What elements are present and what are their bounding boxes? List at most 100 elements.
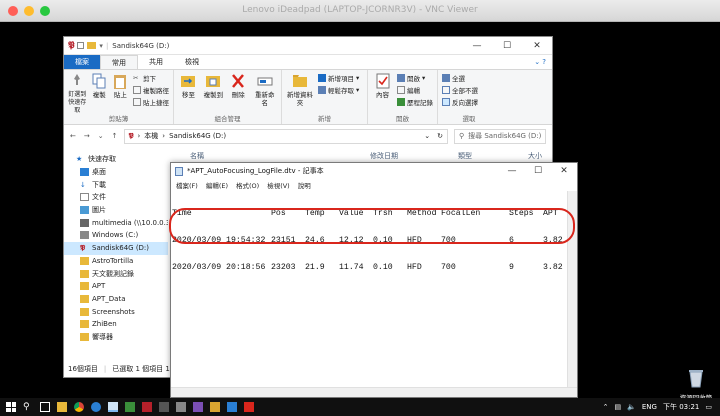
network-icon[interactable]: ▤: [615, 403, 622, 411]
cell-trsh: 0.10: [373, 236, 393, 245]
invert-selection-button[interactable]: 反向選擇: [442, 97, 478, 107]
app-taskbar-icon[interactable]: [227, 402, 237, 412]
app-taskbar-icon[interactable]: [210, 402, 220, 412]
breadcrumb-drive[interactable]: Sandisk64G (D:): [169, 132, 226, 140]
app-taskbar-icon[interactable]: [193, 402, 203, 412]
app-taskbar-icon[interactable]: [159, 402, 169, 412]
new-item-label: 新增項目: [328, 75, 354, 83]
notepad-text-area[interactable]: Time Pos Temp Value Trsh Method FocalLen…: [171, 191, 567, 387]
menu-edit[interactable]: 編輯(E): [206, 180, 228, 190]
vertical-scrollbar[interactable]: [567, 191, 577, 387]
file-explorer-taskbar-icon[interactable]: [57, 402, 67, 412]
horizontal-scrollbar[interactable]: [171, 387, 577, 397]
nav-folder-apt-data[interactable]: APT_Data: [64, 293, 168, 306]
menu-file[interactable]: 檔案(F): [176, 180, 198, 190]
edit-button[interactable]: 編輯: [397, 85, 433, 95]
nav-folder-apt[interactable]: APT: [64, 280, 168, 293]
app-taskbar-icon[interactable]: [125, 402, 135, 412]
nav-item-desktop[interactable]: 桌面: [64, 166, 168, 179]
history-icon: [397, 98, 405, 106]
nav-item-pictures[interactable]: 圖片: [64, 204, 168, 217]
minimize-button[interactable]: —: [462, 41, 492, 51]
recent-dropdown-icon[interactable]: ⌄: [98, 132, 104, 140]
menu-format[interactable]: 格式(O): [236, 180, 259, 190]
properties-icon: [376, 73, 389, 89]
refresh-icon[interactable]: ↻: [437, 132, 447, 140]
column-name[interactable]: 名稱: [190, 151, 204, 161]
nav-item-downloads[interactable]: ↓ 下載: [64, 178, 168, 191]
nav-item-quick-access[interactable]: ★ 快速存取: [64, 153, 168, 166]
search-placeholder: 搜尋 Sandisk64G (D:): [468, 132, 542, 140]
close-button[interactable]: ✕: [551, 166, 577, 176]
cell-pos: 23203: [271, 263, 296, 272]
nav-folder-astrotortilla[interactable]: AstroTortilla: [64, 255, 168, 268]
column-size[interactable]: 大小: [528, 151, 542, 161]
folder-icon[interactable]: [87, 42, 97, 49]
checkbox-icon[interactable]: [77, 42, 85, 49]
up-icon[interactable]: ↑: [112, 132, 118, 140]
menu-view[interactable]: 檢視(V): [267, 180, 290, 190]
cell-focallen: 700: [441, 263, 456, 272]
edge-taskbar-icon[interactable]: [91, 402, 101, 412]
copy-to-icon: [206, 76, 221, 87]
select-all-button[interactable]: 全選: [442, 73, 478, 83]
windows-start-icon[interactable]: [6, 402, 16, 412]
nav-item-network-drive[interactable]: multimedia (\\10.0.0.3) (V: [64, 216, 168, 229]
address-dropdown-icon[interactable]: ⌄: [424, 132, 433, 140]
minimize-button[interactable]: —: [499, 166, 525, 176]
chrome-taskbar-icon[interactable]: [74, 402, 84, 412]
history-button[interactable]: 歷程記錄: [397, 97, 433, 107]
column-modified[interactable]: 修改日期: [370, 151, 398, 161]
recycle-bin-shortcut[interactable]: 資源回收筒: [676, 368, 716, 402]
nav-folder-screenshots[interactable]: Screenshots: [64, 305, 168, 318]
volume-icon[interactable]: 🔈: [627, 403, 636, 411]
paste-shortcut-button[interactable]: 貼上捷徑: [133, 97, 169, 107]
search-icon[interactable]: ⚲: [23, 402, 33, 412]
nav-item-sandisk[interactable]: 𝕻 Sandisk64G (D:): [64, 241, 168, 255]
maximize-button[interactable]: ☐: [492, 41, 522, 51]
back-icon[interactable]: ←: [70, 132, 76, 140]
column-type[interactable]: 類型: [458, 151, 472, 161]
search-box[interactable]: ⚲ 搜尋 Sandisk64G (D:): [454, 128, 546, 144]
notification-icon[interactable]: ▭: [705, 403, 712, 411]
col-trsh: Trsh: [373, 209, 393, 218]
menu-help[interactable]: 說明: [298, 180, 311, 190]
task-view-icon[interactable]: [40, 402, 50, 412]
app-taskbar-icon[interactable]: [142, 402, 152, 412]
quick-access-dropdown-icon[interactable]: ▾: [99, 42, 103, 50]
pin-label: 釘選到快速存取: [68, 91, 87, 114]
copy-to-label: 複製到: [203, 91, 224, 99]
cell-apt: 3.82: [543, 236, 563, 245]
cut-button[interactable]: ✂ 剪下: [133, 73, 169, 83]
desktop-icon: [80, 168, 89, 177]
forward-icon[interactable]: →: [84, 132, 90, 140]
tab-share[interactable]: 共用: [138, 55, 174, 69]
app-taskbar-icon[interactable]: [176, 402, 186, 412]
download-icon: ↓: [80, 180, 86, 189]
easy-access-button[interactable]: 輕鬆存取 ▾: [318, 85, 359, 95]
open-button[interactable]: 開啟 ▾: [397, 73, 433, 83]
notepad-taskbar-icon[interactable]: [108, 402, 118, 412]
nav-item-windows-c[interactable]: Windows (C:): [64, 229, 168, 242]
maximize-button[interactable]: ☐: [525, 166, 551, 176]
new-item-button[interactable]: 新增項目 ▾: [318, 73, 359, 83]
nav-item-documents[interactable]: 文件: [64, 191, 168, 204]
nav-folder-guide[interactable]: 響導器: [64, 331, 168, 344]
tab-file[interactable]: 檔案: [64, 55, 100, 69]
system-tray: ⌃ ▤ 🔈 ENG 下午 03:21 ▭: [603, 402, 720, 412]
close-button[interactable]: ✕: [522, 41, 552, 51]
select-none-button[interactable]: 全部不選: [442, 85, 478, 95]
clock[interactable]: 下午 03:21: [663, 402, 699, 412]
language-indicator[interactable]: ENG: [642, 403, 657, 411]
nav-folder-observation-log[interactable]: 天文觀測記錄: [64, 267, 168, 280]
tab-home[interactable]: 常用: [100, 55, 138, 69]
tab-view[interactable]: 檢視: [174, 55, 210, 69]
app-taskbar-icon[interactable]: [244, 402, 254, 412]
address-path[interactable]: 𝕻 › 本機 › Sandisk64G (D:) ⌄ ↻: [123, 128, 448, 144]
tray-expand-icon[interactable]: ⌃: [603, 403, 609, 411]
copy-path-button[interactable]: 複製路徑: [133, 85, 169, 95]
search-icon: ⚲: [459, 132, 465, 140]
ribbon-expand-icon[interactable]: ⌄ ?: [528, 55, 552, 69]
nav-folder-zhiben[interactable]: ZhiBen: [64, 318, 168, 331]
breadcrumb-this-pc[interactable]: 本機: [144, 131, 158, 141]
